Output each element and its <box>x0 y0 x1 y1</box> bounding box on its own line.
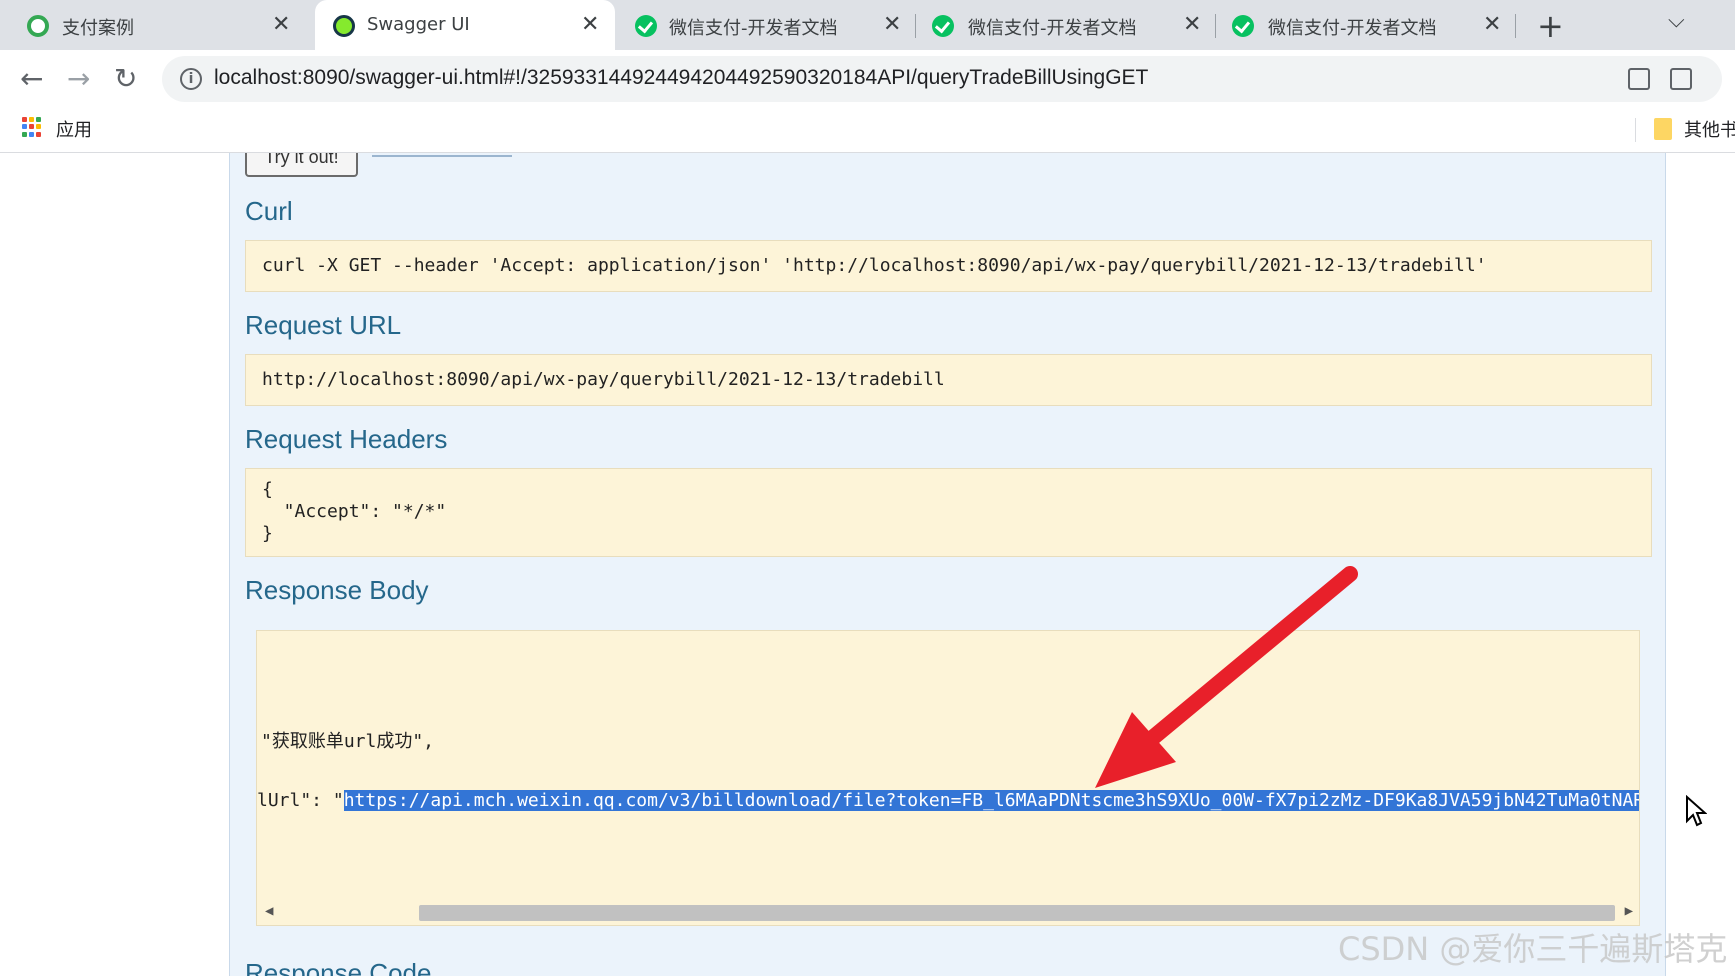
close-icon[interactable]: ✕ <box>883 12 901 37</box>
address-bar[interactable]: i localhost:8090/swagger-ui.html#!/32593… <box>162 56 1722 102</box>
close-icon[interactable]: ✕ <box>1483 12 1501 37</box>
close-icon[interactable]: ✕ <box>581 12 599 37</box>
curl-value: curl -X GET --header 'Accept: applicatio… <box>262 255 1487 276</box>
tab-separator <box>1515 14 1516 38</box>
tab-2[interactable]: 微信支付-开发者文档 ✕ <box>615 0 915 50</box>
response-code-title: Response Code <box>245 958 432 976</box>
request-headers-box: { "Accept": "*/*" } <box>245 468 1652 557</box>
selected-download-url[interactable]: https://api.mch.weixin.qq.com/v3/billdow… <box>343 790 1639 811</box>
tab-label: Swagger UI <box>367 14 470 35</box>
back-button[interactable]: ← <box>20 62 43 95</box>
tab-4[interactable]: 微信支付-开发者文档 ✕ <box>1215 0 1515 50</box>
response-body-title: Response Body <box>245 575 429 605</box>
site-info-icon[interactable]: i <box>180 68 202 90</box>
tab-strip: 支付案例 ✕ Swagger UI ✕ 微信支付-开发者文档 ✕ 微信支付-开发… <box>0 0 1735 50</box>
other-bookmarks-label[interactable]: 其他书 <box>1684 116 1735 142</box>
close-icon[interactable]: ✕ <box>1183 12 1201 37</box>
curl-box: curl -X GET --header 'Accept: applicatio… <box>245 240 1652 292</box>
tab-label: 微信支付-开发者文档 <box>1268 18 1437 39</box>
tab-3[interactable]: 微信支付-开发者文档 ✕ <box>915 0 1215 50</box>
request-url-box: http://localhost:8090/api/wx-pay/querybi… <box>245 354 1652 406</box>
request-url-title: Request URL <box>245 310 402 340</box>
bookmark-apps-label[interactable]: 应用 <box>56 116 92 142</box>
csdn-watermark: CSDN @爱你三千遍斯塔克 <box>1338 930 1728 968</box>
folder-icon <box>1654 118 1672 140</box>
translate-icon[interactable] <box>1628 68 1650 90</box>
tab-1-active[interactable]: Swagger UI ✕ <box>315 0 615 50</box>
headers-line: "Accept": "*/*" <box>262 501 447 522</box>
request-headers-title: Request Headers <box>245 424 448 454</box>
url-text[interactable]: localhost:8090/swagger-ui.html#!/3259331… <box>214 66 1148 90</box>
tab-label: 支付案例 <box>62 18 134 39</box>
request-url-value: http://localhost:8090/api/wx-pay/querybi… <box>262 369 945 390</box>
swagger-operation-panel: Try it out! Curl curl -X GET --header 'A… <box>229 153 1666 976</box>
hide-response-link[interactable] <box>372 155 512 157</box>
new-tab-button[interactable]: + <box>1537 7 1564 45</box>
headers-open: { <box>262 479 273 500</box>
tab-label: 微信支付-开发者文档 <box>968 18 1137 39</box>
tab-label: 微信支付-开发者文档 <box>669 18 838 39</box>
apps-grid-icon[interactable] <box>22 117 42 137</box>
swagger-icon <box>333 15 355 37</box>
mouse-cursor-icon <box>1686 795 1707 827</box>
horizontal-scrollbar[interactable]: ◀ ▶ <box>257 901 1639 925</box>
response-message: "获取账单url成功", <box>261 731 435 752</box>
wechat-pay-icon <box>932 15 954 37</box>
bookmark-separator <box>1635 118 1636 142</box>
share-icon[interactable] <box>1670 68 1692 90</box>
close-icon[interactable]: ✕ <box>272 12 290 37</box>
scrollbar-thumb[interactable] <box>419 905 1615 921</box>
response-url-key: lUrl": " <box>257 790 344 811</box>
tab-0[interactable]: 支付案例 ✕ <box>0 0 300 50</box>
bookmarks-bar: 应用 其他书 <box>0 108 1735 153</box>
scroll-right-icon[interactable]: ▶ <box>1625 903 1633 919</box>
curl-title: Curl <box>245 196 293 226</box>
headers-close: } <box>262 523 273 544</box>
browser-window: 支付案例 ✕ Swagger UI ✕ 微信支付-开发者文档 ✕ 微信支付-开发… <box>0 0 1735 976</box>
forward-button[interactable]: → <box>67 62 90 95</box>
try-it-out-button[interactable]: Try it out! <box>245 153 358 177</box>
scroll-left-icon[interactable]: ◀ <box>265 903 273 919</box>
wechat-pay-icon <box>635 15 657 37</box>
wechat-pay-icon <box>1232 15 1254 37</box>
response-url-line[interactable]: lUrl": "https://api.mch.weixin.qq.com/v3… <box>257 790 1639 811</box>
tab-search-chevron-icon[interactable]: ⌵ <box>1668 8 1685 33</box>
grammarly-g-icon <box>27 15 49 37</box>
browser-toolbar: ← → ↻ i localhost:8090/swagger-ui.html#!… <box>0 50 1735 108</box>
response-body-box[interactable]: "获取账单url成功", lUrl": "https://api.mch.wei… <box>256 630 1640 926</box>
reload-button[interactable]: ↻ <box>114 62 137 95</box>
page-content: Try it out! Curl curl -X GET --header 'A… <box>0 153 1735 976</box>
